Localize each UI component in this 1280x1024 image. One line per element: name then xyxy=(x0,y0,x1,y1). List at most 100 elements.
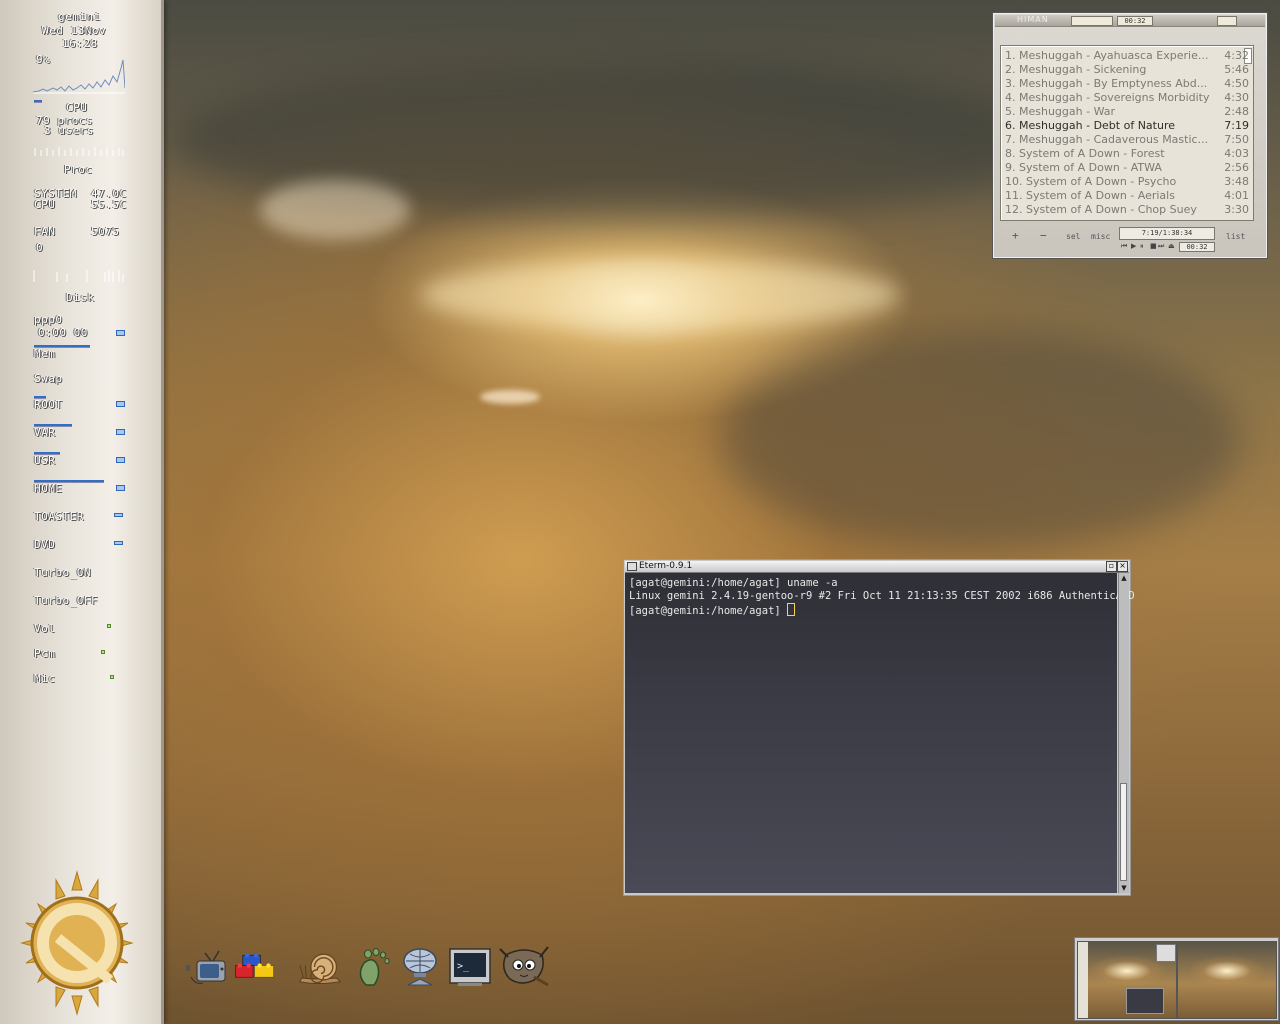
playlist-item-title: 3. Meshuggah - By Emptyness Abd... xyxy=(1005,77,1208,90)
playlist-remove-button[interactable]: − xyxy=(1040,229,1047,242)
terminal-line: Linux gemini 2.4.19-gentoo-r9 #2 Fri Oct… xyxy=(629,590,1135,602)
eterm-title: Eterm-0.9.1 xyxy=(639,561,693,571)
mini-play-button[interactable]: ▶ xyxy=(1131,242,1136,250)
playlist-item-duration: 4:50 xyxy=(1224,77,1249,90)
mini-next-button[interactable]: ⏭ xyxy=(1158,242,1164,251)
mount-var-button[interactable] xyxy=(116,429,125,435)
vol-label: Vol xyxy=(34,622,56,635)
playlist-item-duration: 4:30 xyxy=(1224,91,1249,104)
playlist-item[interactable]: 6. Meshuggah - Debt of Nature 7:19 xyxy=(1005,119,1249,133)
tv-icon[interactable] xyxy=(185,945,229,989)
playlist-item[interactable]: 2. Meshuggah - Sickening 5:46 xyxy=(1005,63,1249,77)
system-monitor-panel: gemini Wed 13Nov 16:28 9% CPU 79 procs 3… xyxy=(0,0,164,1024)
snail-icon[interactable] xyxy=(298,945,342,989)
mount-dvd[interactable]: DVD xyxy=(34,538,55,551)
desktop-pager xyxy=(1074,937,1279,1021)
mount-var[interactable]: VAR xyxy=(34,426,55,439)
turbo-off-button[interactable]: Turbo_OFF xyxy=(34,594,98,607)
mem-label: Mem xyxy=(34,347,56,360)
eterm-window: Eterm-0.9.1 ▫ × [agat@gemini:/home/agat]… xyxy=(623,559,1135,896)
playlist-item[interactable]: 11. System of A Down - Aerials 4:01 xyxy=(1005,189,1249,203)
network-globe-icon[interactable] xyxy=(398,945,442,989)
desktop-1-thumbnail[interactable] xyxy=(1077,941,1177,1019)
eterm-titlebar[interactable]: Eterm-0.9.1 ▫ × xyxy=(625,561,1129,573)
xmms-titlebar[interactable]: HIMAN 00:32 xyxy=(995,15,1265,27)
cpu-temp: CPU 55.5C xyxy=(34,198,127,211)
playlist-item-duration: 2:56 xyxy=(1224,161,1249,174)
playlist-item-title: 7. Meshuggah - Cadaverous Mastic... xyxy=(1005,133,1209,146)
mini-stop-button[interactable]: ■ xyxy=(1150,242,1157,250)
playlist-item-title: 8. System of A Down - Forest xyxy=(1005,147,1165,160)
mount-toaster-button[interactable] xyxy=(114,513,123,517)
eterm-iconify-button[interactable]: ▫ xyxy=(1106,561,1117,572)
scroll-up-arrow-icon[interactable]: ▲ xyxy=(1119,573,1129,583)
mount-home[interactable]: HOME xyxy=(34,482,63,495)
mic-slider[interactable] xyxy=(110,675,114,679)
xmms-playlist[interactable]: 1. Meshuggah - Ayahuasca Experie... 4:32 2… xyxy=(1000,45,1254,221)
mini-pause-button[interactable]: ⏸ xyxy=(1140,242,1144,251)
playlist-item-duration: 5:46 xyxy=(1224,63,1249,76)
mount-root[interactable]: ROOT xyxy=(34,398,63,411)
playlist-item-title: 4. Meshuggah - Sovereigns Morbidity xyxy=(1005,91,1210,104)
playlist-item[interactable]: 4. Meshuggah - Sovereigns Morbidity 4:30 xyxy=(1005,91,1249,105)
mount-usr[interactable]: USR xyxy=(34,454,55,467)
playlist-item[interactable]: 12. System of A Down - Chop Suey 3:30 xyxy=(1005,203,1249,217)
playlist-select-button[interactable]: sel xyxy=(1066,232,1080,241)
terminal-line: [agat@gemini:/home/agat] uname -a xyxy=(629,577,838,589)
eterm-close-button[interactable]: × xyxy=(1117,561,1128,572)
xmms-volume-bar[interactable] xyxy=(1217,16,1237,26)
mount-toaster[interactable]: TOASTER xyxy=(34,510,84,523)
ppp-led[interactable] xyxy=(116,330,125,336)
mini-eterm xyxy=(1126,988,1164,1014)
scroll-down-arrow-icon[interactable]: ▼ xyxy=(1119,883,1129,893)
cpu-bar xyxy=(34,100,42,102)
playlist-list-button[interactable]: list xyxy=(1226,232,1245,241)
mount-dvd-button[interactable] xyxy=(114,541,123,545)
eterm-menu-button[interactable] xyxy=(627,562,637,571)
playlist-item[interactable]: 7. Meshuggah - Cadaverous Mastic... 7:50 xyxy=(1005,133,1249,147)
playlist-item-title: 10. System of A Down - Psycho xyxy=(1005,175,1177,188)
mini-xmms xyxy=(1156,944,1176,962)
ppp-label[interactable]: ppp0 xyxy=(34,313,63,326)
mount-root-button[interactable] xyxy=(116,401,125,407)
kde-sun-logo-icon[interactable] xyxy=(18,868,136,1018)
xmms-position-bar[interactable] xyxy=(1071,16,1113,26)
turbo-on-button[interactable]: Turbo_ON xyxy=(34,566,91,579)
mini-prev-button[interactable]: ⏮ xyxy=(1121,242,1127,251)
cpu-label: CPU xyxy=(66,101,88,114)
playlist-misc-button[interactable]: misc xyxy=(1091,232,1110,241)
xmms-top-time: 00:32 xyxy=(1117,16,1153,26)
playlist-total-time: 7:19/1:38:34 xyxy=(1119,227,1215,240)
gimp-icon[interactable] xyxy=(498,945,550,989)
playlist-item[interactable]: 9. System of A Down - ATWA 2:56 xyxy=(1005,161,1249,175)
cloud xyxy=(420,260,900,330)
pcm-slider[interactable] xyxy=(101,650,105,654)
playlist-item[interactable]: 5. Meshuggah - War 2:48 xyxy=(1005,105,1249,119)
playlist-item-title: 2. Meshuggah - Sickening xyxy=(1005,63,1147,76)
hostname: gemini xyxy=(58,10,101,23)
desktop-2-thumbnail[interactable] xyxy=(1177,941,1277,1019)
vol-slider[interactable] xyxy=(107,624,111,628)
playlist-add-button[interactable]: + xyxy=(1012,229,1019,242)
playlist-item-title: 5. Meshuggah - War xyxy=(1005,105,1115,118)
playlist-item[interactable]: 8. System of A Down - Forest 4:03 xyxy=(1005,147,1249,161)
terminal-scrollbar[interactable]: ▲ ▼ xyxy=(1118,573,1129,893)
cloud xyxy=(720,330,1240,550)
mount-home-button[interactable] xyxy=(116,485,125,491)
terminal-icon[interactable]: >_ xyxy=(448,945,492,989)
lego-blocks-icon[interactable] xyxy=(234,945,278,989)
mount-usr-button[interactable] xyxy=(116,457,125,463)
playlist-item-duration: 3:30 xyxy=(1224,203,1249,216)
playlist-item-title: 6. Meshuggah - Debt of Nature xyxy=(1005,119,1175,132)
scrollbar-thumb[interactable] xyxy=(1120,783,1127,881)
cloud xyxy=(260,180,410,240)
playlist-item-duration: 4:03 xyxy=(1224,147,1249,160)
terminal-screen[interactable]: [agat@gemini:/home/agat] uname -a Linux … xyxy=(625,573,1135,893)
playlist-item-title: 12. System of A Down - Chop Suey xyxy=(1005,203,1197,216)
playlist-item[interactable]: 3. Meshuggah - By Emptyness Abd... 4:50 xyxy=(1005,77,1249,91)
mini-time-display: 00:32 xyxy=(1179,242,1215,252)
gnome-foot-icon[interactable] xyxy=(352,945,396,989)
playlist-item[interactable]: 10. System of A Down - Psycho 3:48 xyxy=(1005,175,1249,189)
mini-eject-button[interactable]: ⏏ xyxy=(1168,242,1175,250)
playlist-item[interactable]: 1. Meshuggah - Ayahuasca Experie... 4:32 xyxy=(1005,49,1249,63)
